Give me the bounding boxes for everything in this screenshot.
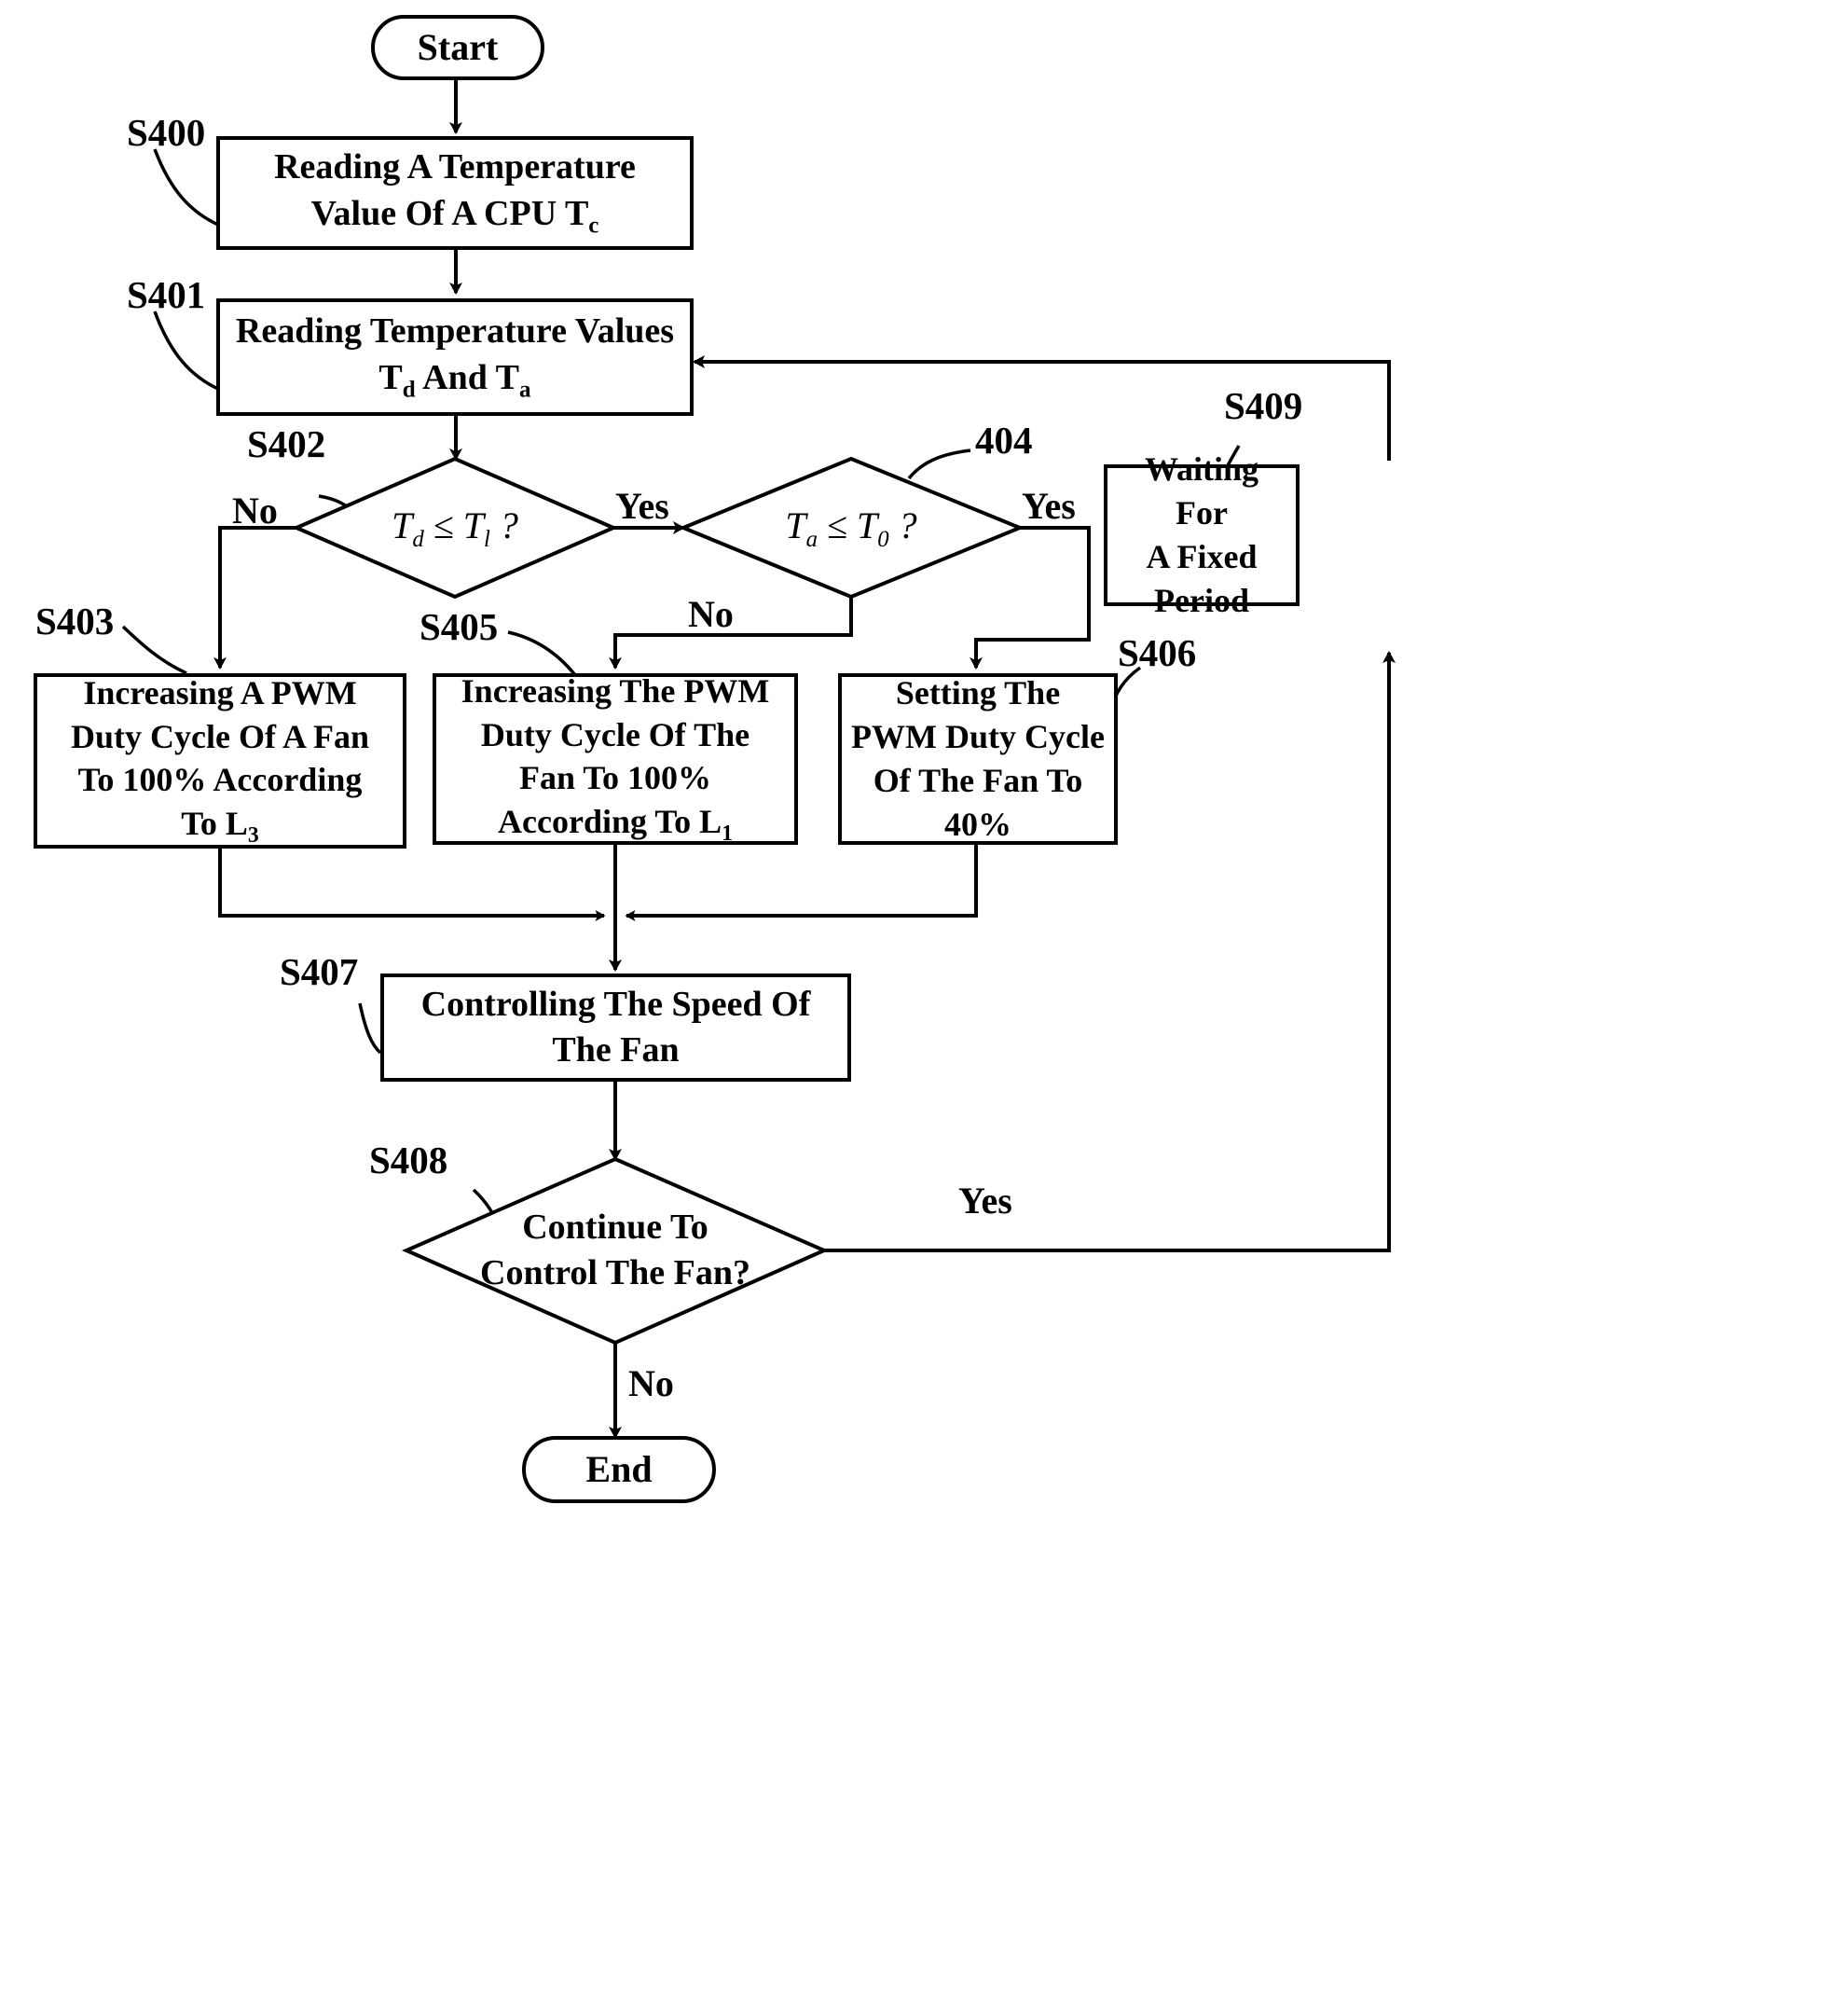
node-s409-line1: Waiting For	[1144, 450, 1259, 532]
node-s405-line4: According To L1	[498, 803, 733, 847]
node-s409-line3: Period	[1154, 581, 1249, 619]
flowchart-canvas: Start End Reading A Temperature Value Of…	[0, 0, 1843, 2016]
node-s407-line2: The Fan	[552, 1030, 680, 1070]
node-s403-line1: Increasing A PWM	[83, 673, 357, 711]
edge-label-404-yes: Yes	[1022, 485, 1076, 527]
edge-label-s408-no: No	[628, 1362, 674, 1404]
node-s406-line2: PWM Duty Cycle	[851, 718, 1105, 756]
node-s400-line1: Reading A Temperature	[274, 147, 636, 187]
node-s400: Reading A Temperature Value Of A CPU Tc	[216, 136, 694, 250]
step-ref-s406: S406	[1118, 631, 1197, 674]
node-s402-expression: Td ≤ Tl ?	[392, 504, 518, 552]
step-ref-s402: S402	[247, 422, 326, 465]
node-s408-line1: Continue To	[522, 1208, 708, 1248]
step-ref-s403: S403	[35, 600, 115, 642]
step-ref-s408: S408	[369, 1139, 448, 1181]
edge-label-s402-yes: Yes	[615, 485, 669, 527]
node-s400-line2: Value Of A CPU Tc	[310, 193, 599, 239]
node-404-text: Ta ≤ T0 ?	[730, 494, 972, 561]
node-s407-line1: Controlling The Speed Of	[420, 984, 811, 1024]
step-ref-s400: S400	[127, 111, 206, 154]
step-ref-404: 404	[975, 419, 1033, 462]
step-ref-s405: S405	[419, 605, 499, 648]
node-s403-line3: To 100% According	[77, 761, 363, 799]
node-s406-line3: Of The Fan To	[873, 762, 1083, 799]
node-s407: Controlling The Speed Of The Fan	[380, 973, 851, 1082]
node-s405-line3: Fan To 100%	[518, 759, 712, 797]
node-404-expression: Ta ≤ T0 ?	[785, 504, 917, 552]
edge-label-s408-yes: Yes	[958, 1180, 1012, 1222]
node-s403: Increasing A PWM Duty Cycle Of A Fan To …	[34, 673, 406, 849]
node-s402-text: Td ≤ Tl ?	[334, 494, 576, 561]
step-ref-s401: S401	[127, 273, 206, 316]
step-ref-s407: S407	[280, 950, 359, 993]
node-s401-line2: Td And Ta	[378, 357, 531, 403]
node-s405: Increasing The PWM Duty Cycle Of The Fan…	[433, 671, 798, 846]
edge-label-404-no: No	[688, 593, 734, 635]
node-s401-line1: Reading Temperature Values	[235, 311, 675, 352]
node-s408-line2: Control The Fan?	[480, 1253, 750, 1292]
node-s408-text: Continue To Control The Fan?	[438, 1196, 792, 1305]
node-end-label: End	[585, 1448, 653, 1490]
node-s409-line2: A Fixed	[1146, 538, 1258, 575]
node-s405-line2: Duty Cycle Of The	[480, 715, 750, 753]
node-s405-line1: Increasing The PWM	[461, 671, 770, 710]
node-s409: Waiting For A Fixed Period	[1104, 450, 1300, 619]
node-s403-line4: To L3	[181, 805, 259, 849]
node-s403-line2: Duty Cycle Of A Fan	[71, 717, 369, 755]
node-s406-line1: Setting The	[895, 674, 1061, 712]
edge-label-s402-no: No	[232, 490, 278, 532]
node-s406: Setting The PWM Duty Cycle Of The Fan To…	[838, 673, 1118, 845]
node-s406-line4: 40%	[944, 805, 1011, 843]
node-s401: Reading Temperature Values Td And Ta	[216, 298, 694, 416]
node-start-label: Start	[417, 26, 499, 68]
step-ref-s409: S409	[1224, 384, 1303, 427]
node-start: Start	[371, 15, 544, 80]
node-end: End	[522, 1436, 716, 1503]
